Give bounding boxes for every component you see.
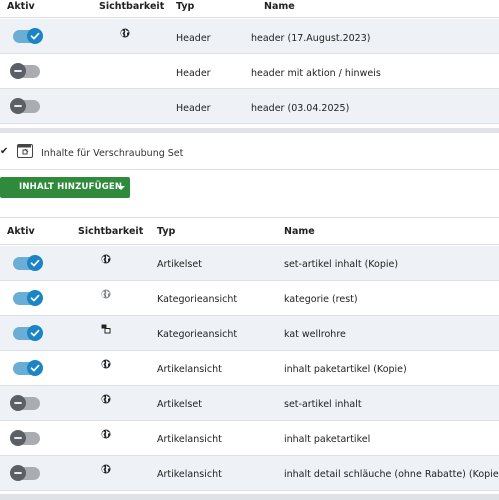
type-cell: Artikelansicht [157,469,222,480]
type-cell: Header [176,33,211,44]
table-row[interactable]: Artikelset set-artikel inhalt (Kopie) [0,246,499,281]
minus-icon [10,98,26,114]
layers-icon [101,324,111,334]
set-content-panel: ✔ Inhalte für Verschraubung Set INHALT H… [0,133,499,500]
name-cell[interactable]: inhalt paketartikel [284,434,370,445]
name-cell[interactable]: inhalt paketartikel (Kopie) [284,364,407,375]
globe-icon [101,394,111,404]
type-cell: Kategorieansicht [157,329,238,340]
set-header[interactable]: ✔ Inhalte für Verschraubung Set [0,133,499,170]
type-cell: Artikelansicht [157,434,222,445]
globe-icon-gray [101,289,111,299]
active-toggle[interactable] [10,465,40,481]
globe-icon [101,359,111,369]
table-row[interactable]: Kategorieansicht kategorie (rest) [0,281,499,316]
check-icon [27,325,43,341]
header-content-table: Aktiv Sichtbarkeit Typ Name Header header… [0,0,499,133]
active-toggle[interactable] [13,360,43,376]
column-header-name[interactable]: Name [284,226,315,237]
active-toggle[interactable] [13,325,43,341]
active-toggle[interactable] [10,63,40,79]
table-row[interactable]: Header header (17.August.2023) [0,19,499,54]
type-cell: Header [176,103,211,114]
add-content-button[interactable]: INHALT HINZUFÜGEN [0,177,130,198]
column-header-type[interactable]: Typ [176,1,194,12]
active-toggle[interactable] [10,430,40,446]
type-cell: Kategorieansicht [157,294,238,305]
table-header: Aktiv Sichtbarkeit Typ Name [0,217,499,245]
column-header-visibility[interactable]: Sichtbarkeit [99,1,164,12]
table-row[interactable]: Header header (03.04.2025) [0,89,499,124]
active-toggle[interactable] [10,395,40,411]
name-cell[interactable]: header mit aktion / hinweis [251,68,381,79]
type-cell: Header [176,68,211,79]
table-row[interactable]: Artikelansicht inhalt paketartikel [0,421,499,456]
active-toggle[interactable] [13,255,43,271]
table-row[interactable]: Artikelansicht inhalt detail schläuche (o… [0,456,499,491]
column-header-visibility[interactable]: Sichtbarkeit [78,226,143,237]
table-row[interactable]: Artikelansicht inhalt paketartikel (Kopie… [0,351,499,386]
table-row[interactable]: Artikelset set-artikel inhalt [0,386,499,421]
globe-icon [101,464,111,474]
type-cell: Artikelset [157,259,202,270]
name-cell[interactable]: set-artikel inhalt (Kopie) [284,259,398,270]
column-header-name[interactable]: Name [264,1,295,12]
add-content-label: INHALT HINZUFÜGEN [19,182,123,192]
chevron-down-icon[interactable]: ✔ [0,146,8,157]
table-row[interactable]: Header header mit aktion / hinweis [0,54,499,89]
minus-icon [10,395,26,411]
caret-down-icon [117,186,125,190]
set-icon [17,144,33,158]
type-cell: Artikelansicht [157,364,222,375]
column-header-active[interactable]: Aktiv [7,226,35,237]
check-icon [27,255,43,271]
name-cell[interactable]: set-artikel inhalt [284,399,362,410]
check-icon [27,290,43,306]
name-cell[interactable]: header (03.04.2025) [251,103,349,114]
name-cell[interactable]: kat wellrohre [284,329,346,340]
set-title: Inhalte für Verschraubung Set [41,148,184,159]
active-toggle[interactable] [10,98,40,114]
globe-icon [120,28,130,38]
type-cell: Artikelset [157,399,202,410]
globe-icon [101,429,111,439]
column-header-type[interactable]: Typ [157,226,175,237]
globe-icon [101,254,111,264]
active-toggle[interactable] [13,290,43,306]
column-header-active[interactable]: Aktiv [7,1,35,12]
name-cell[interactable]: kategorie (rest) [284,294,358,305]
minus-icon [10,465,26,481]
table-header: Aktiv Sichtbarkeit Typ Name [0,0,499,18]
active-toggle[interactable] [13,28,43,44]
minus-icon [10,430,26,446]
name-cell[interactable]: inhalt detail schläuche (ohne Rabatte) (… [284,469,499,480]
panel-footer [0,494,499,500]
name-cell[interactable]: header (17.August.2023) [251,33,370,44]
check-icon [27,360,43,376]
check-icon [27,28,43,44]
table-row[interactable]: Kategorieansicht kat wellrohre [0,316,499,351]
minus-icon [10,63,26,79]
